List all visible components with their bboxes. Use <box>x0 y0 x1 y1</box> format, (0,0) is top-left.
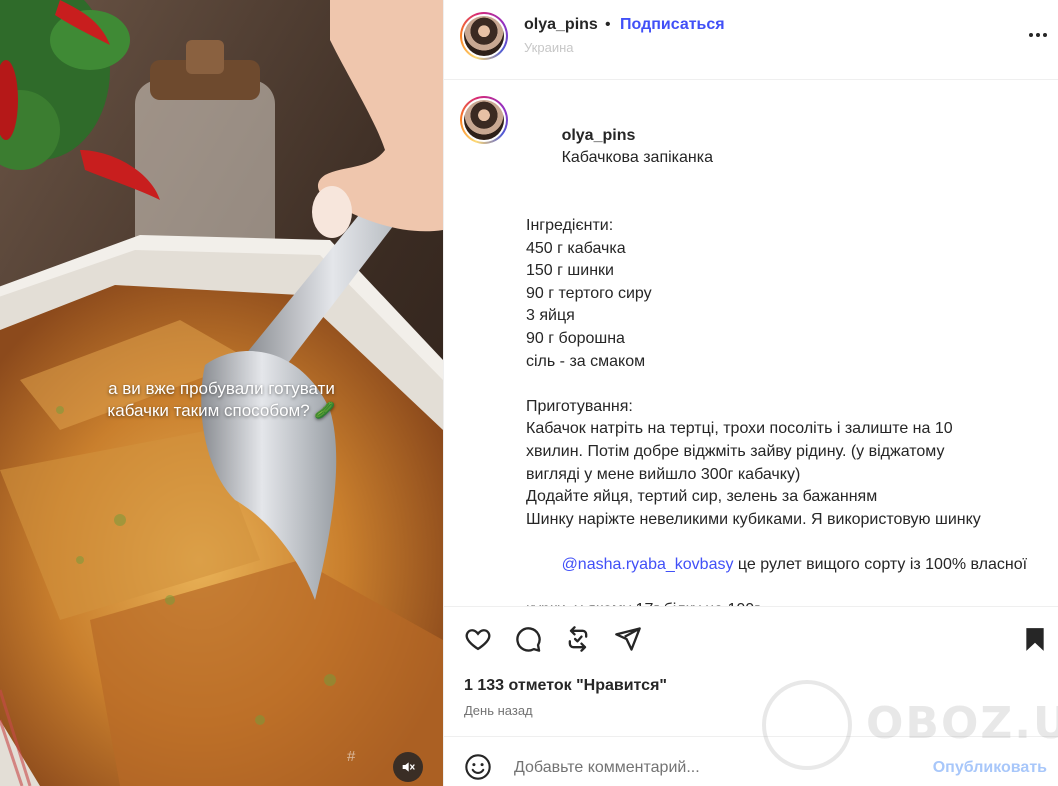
post-media[interactable]: а ви вже пробували готувати кабачки таки… <box>0 0 443 786</box>
send-icon <box>615 627 641 651</box>
username-link[interactable]: olya_pins <box>524 16 598 34</box>
caption-line: 150 г шинки <box>526 262 614 280</box>
overlay-text-line2: кабачки таким способом? 🥒 <box>107 401 336 420</box>
media-overlay-text: а ви вже пробували готувати кабачки таки… <box>0 378 443 422</box>
comment-icon <box>516 627 541 652</box>
caption-avatar[interactable] <box>460 96 508 144</box>
oboz-watermark: OBOZ.UA <box>762 680 1058 770</box>
globe-logo-icon <box>762 680 852 770</box>
repost-button[interactable] <box>562 623 594 655</box>
follow-button[interactable]: Подписаться <box>620 16 725 34</box>
caption-line: хвилин. Потім добре віджміть зайву рідин… <box>526 442 945 460</box>
caption-line: 90 г борошна <box>526 329 625 347</box>
caption-line: Приготування: <box>526 397 633 415</box>
speaker-muted-icon <box>402 762 415 772</box>
more-dot-icon <box>1029 33 1033 37</box>
like-button[interactable] <box>462 623 494 655</box>
caption-line: 90 г тертого сиру <box>526 284 652 302</box>
more-options-button[interactable] <box>1025 26 1051 44</box>
bookmark-icon <box>1026 628 1044 651</box>
caption-line: 450 г кабачка <box>526 239 626 257</box>
post-timestamp[interactable]: День назад <box>464 703 533 718</box>
caption-line: Шинку наріжте невеликими кубиками. Я вик… <box>526 510 981 528</box>
save-button[interactable] <box>1019 623 1051 655</box>
emoji-button[interactable] <box>464 753 494 783</box>
caption-lines: Інгредієнти: 450 г кабачка 150 г шинки 90 г… <box>526 192 1036 531</box>
media-hashtag: # <box>347 748 356 765</box>
mute-button[interactable] <box>393 752 423 782</box>
likes-count[interactable]: 1 133 отметок "Нравится" <box>464 677 667 695</box>
repost-icon <box>568 626 588 652</box>
watermark-text: OBOZ.UA <box>866 698 1058 749</box>
share-button[interactable] <box>612 623 644 655</box>
more-dot-icon <box>1036 33 1040 37</box>
caption-line: це рулет вищого сорту із 100% власної <box>733 555 1028 573</box>
heart-icon <box>465 629 491 651</box>
caption-line: Інгредієнти: <box>526 216 614 234</box>
mention-link[interactable]: @nasha.ryaba_kovbasy <box>562 556 734 573</box>
caption-body: olya_pins Кабачкова запіканка Інгредієнт… <box>526 102 1036 606</box>
caption-line: 3 яйця <box>526 307 575 325</box>
caption-line: сіль - за смаком <box>526 352 646 370</box>
caption-lines-after: курки, у якому 17г білку на 100гДодайте … <box>526 599 1036 606</box>
avatar[interactable] <box>460 12 508 60</box>
more-dot-icon <box>1043 33 1047 37</box>
header-separator: • <box>605 16 611 33</box>
caption-line: Додайте яйця, тертий сир, зелень за бажа… <box>526 488 878 506</box>
emoji-icon <box>465 754 491 780</box>
comment-button[interactable] <box>512 623 544 655</box>
post-caption: olya_pins Кабачкова запіканка Інгредієнт… <box>444 80 1058 606</box>
location-link[interactable]: Украина <box>524 40 574 55</box>
caption-line: курки, у якому 17г білку на 100г <box>526 599 1036 606</box>
caption-username[interactable]: olya_pins <box>562 127 636 144</box>
caption-title: Кабачкова запіканка <box>561 149 713 167</box>
caption-line: Кабачок натріть на тертці, трохи посоліт… <box>526 420 953 438</box>
overlay-text-line1: а ви вже пробували готувати <box>108 379 335 398</box>
post-side-panel: olya_pins • Подписаться Украина olya_pin… <box>443 0 1058 786</box>
caption-line: вигляді у мене вийшло 300г кабачку) <box>526 465 801 483</box>
post-header: olya_pins • Подписаться Украина <box>444 0 1058 80</box>
